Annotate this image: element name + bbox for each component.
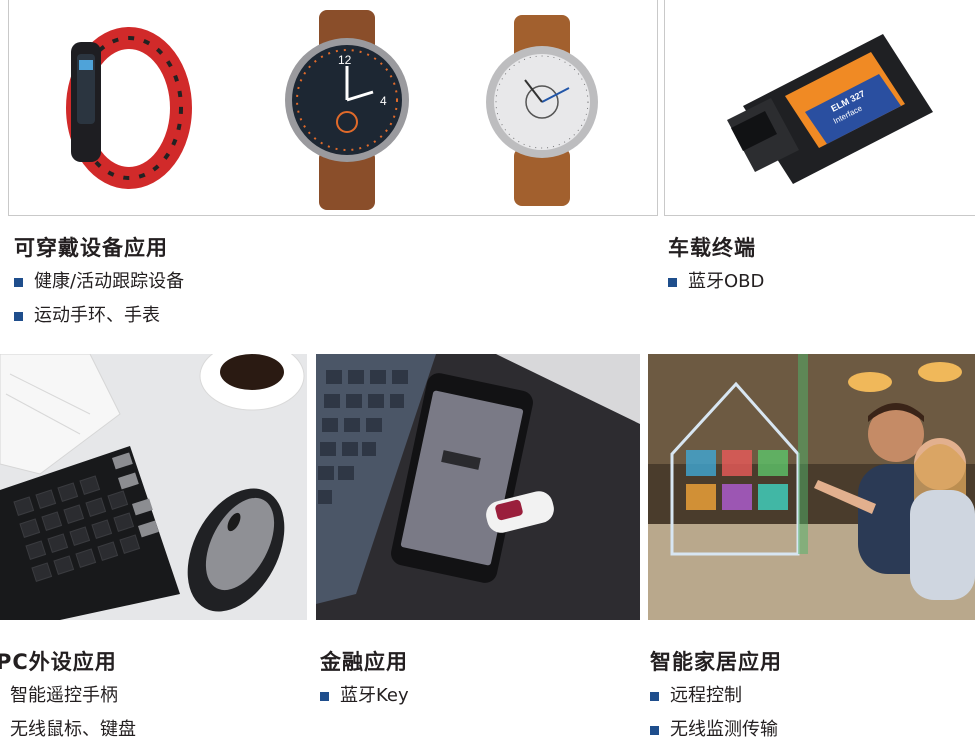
list-item: 蓝牙OBD [666, 265, 764, 299]
section-title-finance: 金融应用 [320, 650, 408, 674]
section-title-wearables: 可穿戴设备应用 [14, 236, 168, 260]
bullet-square-icon [320, 692, 329, 701]
pc-feature-list: 智能遥控手柄 无线鼠标、键盘 [0, 679, 136, 747]
list-item: 远程控制 [648, 679, 778, 713]
wearables-feature-list: 健康/活动跟踪设备 运动手环、手表 [12, 265, 184, 333]
pc-peripherals-illustration [0, 354, 307, 620]
section-title-vehicle: 车载终端 [668, 236, 756, 260]
smartwatch-dark-icon: 12 4 [285, 10, 409, 210]
smarthome-photo [648, 354, 975, 620]
fitness-band-icon [66, 27, 192, 189]
list-item: 运动手环、手表 [12, 299, 184, 333]
watch-numeral-4: 4 [380, 94, 387, 108]
list-item: 智能遥控手柄 [10, 685, 118, 706]
vehicle-feature-list: 蓝牙OBD [666, 265, 764, 299]
wearables-illustration: 12 4 [66, 10, 598, 210]
finance-illustration [316, 354, 640, 620]
watch-numeral-12: 12 [338, 53, 352, 67]
bullet-square-icon [14, 278, 23, 287]
list-item: 蓝牙Key [318, 679, 409, 713]
smartwatch-silver-icon [486, 15, 598, 206]
obd-adapter-icon: ELM 327 Interface [727, 34, 933, 184]
smarthome-feature-list: 远程控制 无线监测传输 [648, 679, 778, 747]
obd-device-illustration: ELM 327 Interface [727, 34, 933, 184]
bullet-square-icon [668, 278, 677, 287]
wearables-image-panel: 12 4 [8, 0, 658, 216]
finance-photo [316, 354, 640, 620]
list-item: 健康/活动跟踪设备 [12, 265, 184, 299]
finance-feature-list: 蓝牙Key [318, 679, 409, 713]
bullet-square-icon [650, 726, 659, 735]
smarthome-illustration [648, 354, 975, 620]
section-title-pc: PC外设应用 [0, 650, 117, 674]
bullet-square-icon [14, 312, 23, 321]
section-title-smarthome: 智能家居应用 [650, 650, 782, 674]
vehicle-image-panel: ELM 327 Interface [664, 0, 975, 216]
bullet-square-icon [650, 692, 659, 701]
pc-peripherals-photo [0, 354, 307, 620]
